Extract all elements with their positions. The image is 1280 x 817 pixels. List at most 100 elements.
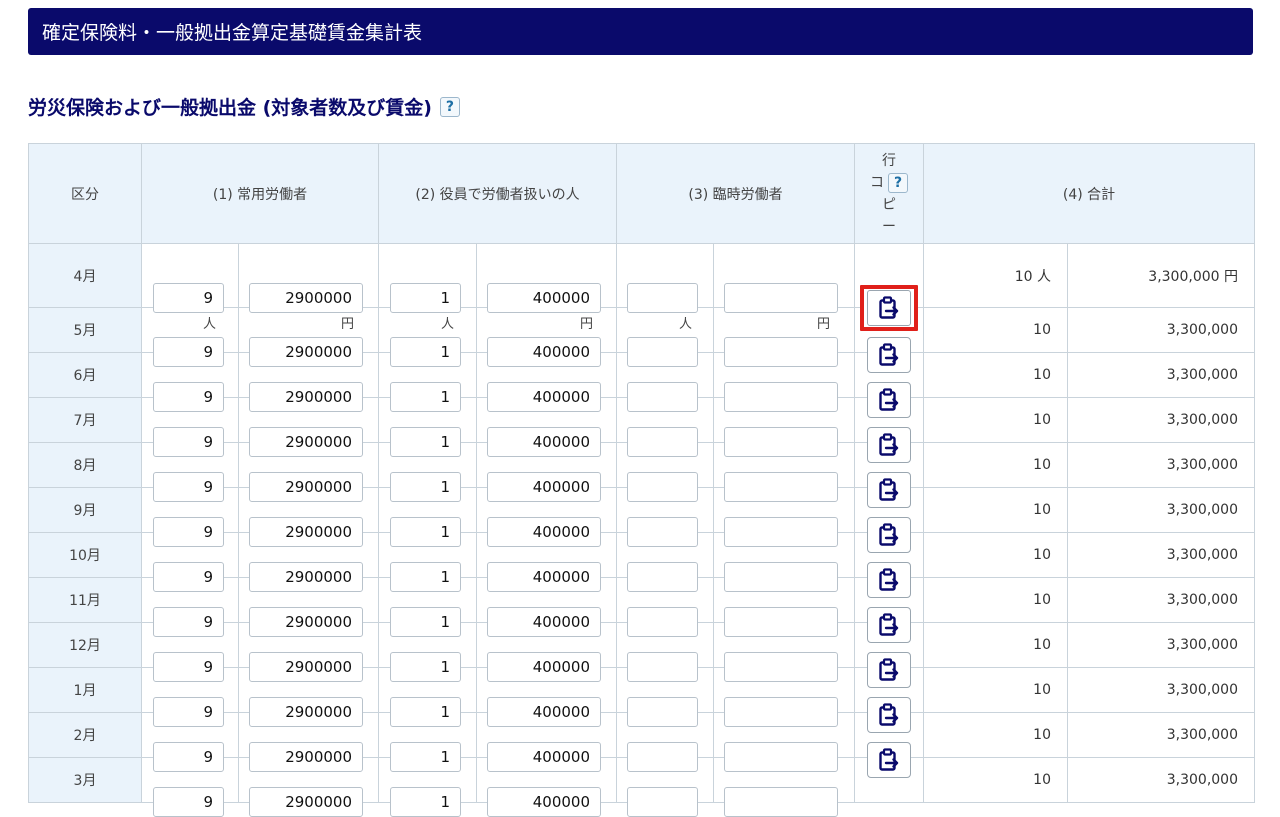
regular-count-input[interactable]: 9 — [153, 742, 224, 772]
officer-count-input[interactable]: 1 — [390, 337, 461, 367]
regular-wage-input[interactable]: 2900000 — [249, 472, 363, 502]
officer-wage-input[interactable]: 400000 — [487, 697, 601, 727]
regular-wage-input[interactable]: 2900000 — [249, 427, 363, 457]
total-count: 10 — [923, 712, 1068, 758]
officer-count-input[interactable]: 1 — [390, 562, 461, 592]
temp-count-input[interactable] — [627, 607, 698, 637]
officer-count-input[interactable]: 1 — [390, 282, 461, 313]
row-copy-help-button[interactable]: ? — [888, 172, 908, 193]
row-copy-button[interactable] — [867, 517, 911, 553]
total-count: 10 — [923, 487, 1068, 533]
regular-count-input[interactable]: 9 — [153, 607, 224, 637]
officer-wage-input[interactable]: 400000 — [487, 282, 601, 313]
row-copy-button[interactable] — [867, 427, 911, 463]
temp-count-input[interactable] — [627, 787, 698, 817]
regular-count-input[interactable]: 9 — [153, 472, 224, 502]
regular-count-input[interactable]: 9 — [153, 562, 224, 592]
temp-count-input[interactable] — [627, 742, 698, 772]
officer-wage-input[interactable]: 400000 — [487, 787, 601, 817]
total-count: 10 — [923, 757, 1068, 803]
temp-count-input[interactable] — [627, 337, 698, 367]
regular-count-input[interactable]: 9 — [153, 337, 224, 367]
regular-wage-input[interactable]: 2900000 — [249, 742, 363, 772]
regular-wage-input[interactable]: 2900000 — [249, 652, 363, 682]
officer-wage-input[interactable]: 400000 — [487, 472, 601, 502]
regular-wage-input[interactable]: 2900000 — [249, 787, 363, 817]
regular-wage-input[interactable]: 2900000 — [249, 337, 363, 367]
temp-wage-input[interactable] — [724, 337, 838, 367]
row-copy-button[interactable] — [867, 652, 911, 688]
regular-count-input[interactable]: 9 — [153, 427, 224, 457]
officer-wage-input[interactable]: 400000 — [487, 652, 601, 682]
wage-summary-table: 区分 (1) 常用労働者 (2) 役員で労働者扱いの人 (3) 臨時労働者 行 … — [28, 143, 1255, 817]
temp-wage-input[interactable] — [724, 742, 838, 772]
regular-count-input[interactable]: 9 — [153, 517, 224, 547]
regular-wage-input[interactable]: 2900000 — [249, 607, 363, 637]
header-row-copy: 行 コ ? ピ ー — [854, 143, 924, 244]
temp-count-input[interactable] — [627, 562, 698, 592]
temp-count-input[interactable] — [627, 472, 698, 502]
temp-count-input[interactable] — [627, 517, 698, 547]
temp-count-input[interactable] — [627, 697, 698, 727]
month-label: 8月 — [28, 442, 142, 488]
officer-wage-input[interactable]: 400000 — [487, 607, 601, 637]
section-help-button[interactable]: ? — [439, 97, 460, 117]
officer-count-input[interactable]: 1 — [390, 607, 461, 637]
regular-wage-input[interactable]: 2900000 — [249, 282, 363, 313]
officer-count-input[interactable]: 1 — [390, 427, 461, 457]
regular-wage-input[interactable]: 2900000 — [249, 382, 363, 412]
total-wage: 3,300,000 — [1067, 667, 1255, 713]
temp-count-input[interactable] — [627, 652, 698, 682]
row-copy-button[interactable] — [867, 337, 911, 373]
section-heading: 労災保険および一般拠出金 (対象者数及び賃金) ? — [28, 92, 460, 120]
month-label: 2月 — [28, 712, 142, 758]
regular-wage-input[interactable]: 2900000 — [249, 562, 363, 592]
regular-count-input[interactable]: 9 — [153, 787, 224, 817]
row-copy-button[interactable] — [867, 742, 911, 778]
officer-count-input[interactable]: 1 — [390, 787, 461, 817]
row-copy-button[interactable] — [867, 697, 911, 733]
row-copy-button[interactable] — [867, 382, 911, 418]
officer-wage-input[interactable]: 400000 — [487, 337, 601, 367]
officer-count-input[interactable]: 1 — [390, 697, 461, 727]
temp-wage-input[interactable] — [724, 787, 838, 817]
temp-wage-input[interactable] — [724, 427, 838, 457]
total-count: 10 — [923, 442, 1068, 488]
officer-wage-input[interactable]: 400000 — [487, 427, 601, 457]
header-officer-workers: (2) 役員で労働者扱いの人 — [378, 143, 617, 244]
officer-wage-input[interactable]: 400000 — [487, 742, 601, 772]
temp-wage-input[interactable] — [724, 607, 838, 637]
month-label: 7月 — [28, 397, 142, 443]
row-copy-button[interactable] — [860, 284, 918, 331]
temp-wage-input[interactable] — [724, 652, 838, 682]
officer-count-input[interactable]: 1 — [390, 742, 461, 772]
regular-wage-input[interactable]: 2900000 — [249, 697, 363, 727]
regular-count-input[interactable]: 9 — [153, 652, 224, 682]
row-copy-button[interactable] — [867, 607, 911, 643]
officer-wage-input[interactable]: 400000 — [487, 562, 601, 592]
regular-count-input[interactable]: 9 — [153, 282, 224, 313]
officer-wage-input[interactable]: 400000 — [487, 517, 601, 547]
total-count: 10 — [923, 307, 1068, 353]
temp-wage-input[interactable] — [724, 282, 838, 313]
officer-count-input[interactable]: 1 — [390, 652, 461, 682]
temp-wage-input[interactable] — [724, 517, 838, 547]
temp-count-input[interactable] — [627, 382, 698, 412]
officer-count-input[interactable]: 1 — [390, 472, 461, 502]
regular-count-input[interactable]: 9 — [153, 697, 224, 727]
temp-wage-input[interactable] — [724, 697, 838, 727]
regular-wage-input[interactable]: 2900000 — [249, 517, 363, 547]
officer-wage-input[interactable]: 400000 — [487, 382, 601, 412]
officer-count-input[interactable]: 1 — [390, 382, 461, 412]
page-header: 確定保険料・一般拠出金算定基礎賃金集計表 — [28, 8, 1253, 55]
temp-wage-input[interactable] — [724, 472, 838, 502]
temp-wage-input[interactable] — [724, 382, 838, 412]
row-copy-button[interactable] — [867, 472, 911, 508]
regular-count-input[interactable]: 9 — [153, 382, 224, 412]
row-copy-button[interactable] — [867, 562, 911, 598]
temp-count-input[interactable] — [627, 427, 698, 457]
clipboard-copy-icon — [879, 703, 899, 726]
temp-wage-input[interactable] — [724, 562, 838, 592]
officer-count-input[interactable]: 1 — [390, 517, 461, 547]
temp-count-input[interactable] — [627, 282, 698, 313]
